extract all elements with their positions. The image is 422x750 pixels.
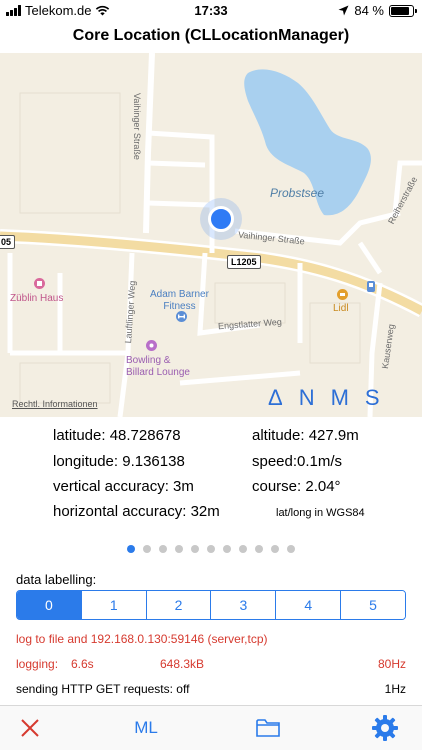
logging-label: logging: — [16, 657, 59, 671]
battery-percent: 84 % — [354, 3, 384, 18]
compass-n-button[interactable]: N — [299, 385, 315, 411]
poi-adam-line1: Adam Barner — [150, 289, 209, 300]
page-dot[interactable] — [159, 545, 167, 553]
page-dot[interactable] — [255, 545, 263, 553]
ml-button[interactable]: ML — [128, 714, 164, 742]
page-dot[interactable] — [287, 545, 295, 553]
road-badge-l1205: L1205 — [227, 255, 261, 269]
data-labelling-title: data labelling: — [16, 572, 97, 587]
logging-duration: 6.6s — [71, 657, 94, 671]
close-icon — [21, 719, 39, 737]
log-target-text: log to file and 192.168.0.130:59146 (ser… — [16, 632, 268, 646]
segment-option-1[interactable]: 1 — [80, 591, 146, 619]
current-location-marker — [208, 206, 234, 232]
road-badge-left: 05 — [0, 235, 16, 249]
bottom-toolbar: ML — [0, 705, 422, 750]
map-mode-controls: Δ N M S — [268, 385, 380, 411]
folder-button[interactable] — [254, 714, 282, 742]
http-rate: 1Hz — [384, 682, 406, 696]
latitude-value: latitude: 48.728678 — [53, 427, 181, 444]
logging-size: 648.3kB — [160, 657, 205, 671]
poi-bowling[interactable]: Bowling & Billard Lounge — [126, 355, 190, 379]
altitude-value: altitude: 427.9m — [252, 427, 359, 444]
speed-value: speed:0.1m/s — [252, 453, 343, 470]
settings-button[interactable] — [370, 714, 400, 742]
status-right: 84 % — [338, 3, 417, 18]
poi-bowling-line1: Bowling & — [126, 355, 171, 366]
map-base-layer — [0, 53, 422, 417]
street-label-vaihinger-vertical: Vaihinger Straße — [132, 93, 142, 160]
segment-option-3[interactable]: 3 — [210, 591, 276, 619]
page-dot[interactable] — [127, 545, 135, 553]
page-indicator[interactable] — [0, 545, 422, 553]
vaihinger-vertical-road — [143, 53, 155, 234]
data-labelling-segmented-control[interactable]: 012345 — [16, 590, 406, 620]
longitude-value: longitude: 9.136138 — [53, 453, 185, 470]
coord-system-note: lat/long in WGS84 — [276, 507, 365, 519]
page-dot[interactable] — [143, 545, 151, 553]
poi-adam-barner[interactable]: Adam Barner Fitness — [150, 289, 209, 313]
location-arrow-icon — [338, 5, 349, 16]
page-title: Core Location (CLLocationManager) — [72, 27, 350, 44]
poi-zublin-label[interactable]: Züblin Haus — [10, 293, 63, 305]
compass-delta-button[interactable]: Δ — [268, 385, 283, 411]
folder-icon — [256, 719, 280, 737]
page-dot[interactable] — [271, 545, 279, 553]
poi-bowling-line2: Billard Lounge — [126, 367, 190, 378]
segment-option-0[interactable]: 0 — [17, 591, 81, 619]
segment-option-4[interactable]: 4 — [275, 591, 341, 619]
gear-icon — [372, 715, 398, 741]
lake-label: Probstsee — [270, 186, 325, 200]
page-dot[interactable] — [175, 545, 183, 553]
battery-fill — [391, 6, 409, 15]
horizontal-accuracy-value: horizontal accuracy: 32m — [53, 503, 220, 520]
compass-s-button[interactable]: S — [365, 385, 380, 411]
battery-icon — [389, 4, 417, 17]
close-button[interactable] — [16, 714, 44, 742]
page-dot[interactable] — [191, 545, 199, 553]
status-bar: Telekom.de 17:33 84 % — [0, 0, 422, 22]
page-dot[interactable] — [239, 545, 247, 553]
vertical-accuracy-value: vertical accuracy: 3m — [53, 478, 194, 495]
logging-rate: 80Hz — [377, 657, 406, 671]
compass-m-button[interactable]: M — [331, 385, 349, 411]
course-value: course: 2.04° — [252, 478, 341, 495]
segment-option-2[interactable]: 2 — [145, 591, 211, 619]
poi-lidl[interactable]: Lidl — [333, 303, 349, 315]
page-dot[interactable] — [223, 545, 231, 553]
http-status-label: sending HTTP GET requests: off — [16, 682, 190, 696]
page-dot[interactable] — [207, 545, 215, 553]
map-view[interactable]: Probstsee Vaihinger Straße Vaihinger Str… — [0, 53, 422, 417]
legal-link[interactable]: Rechtl. Informationen — [12, 399, 98, 409]
segment-option-5[interactable]: 5 — [340, 591, 405, 619]
